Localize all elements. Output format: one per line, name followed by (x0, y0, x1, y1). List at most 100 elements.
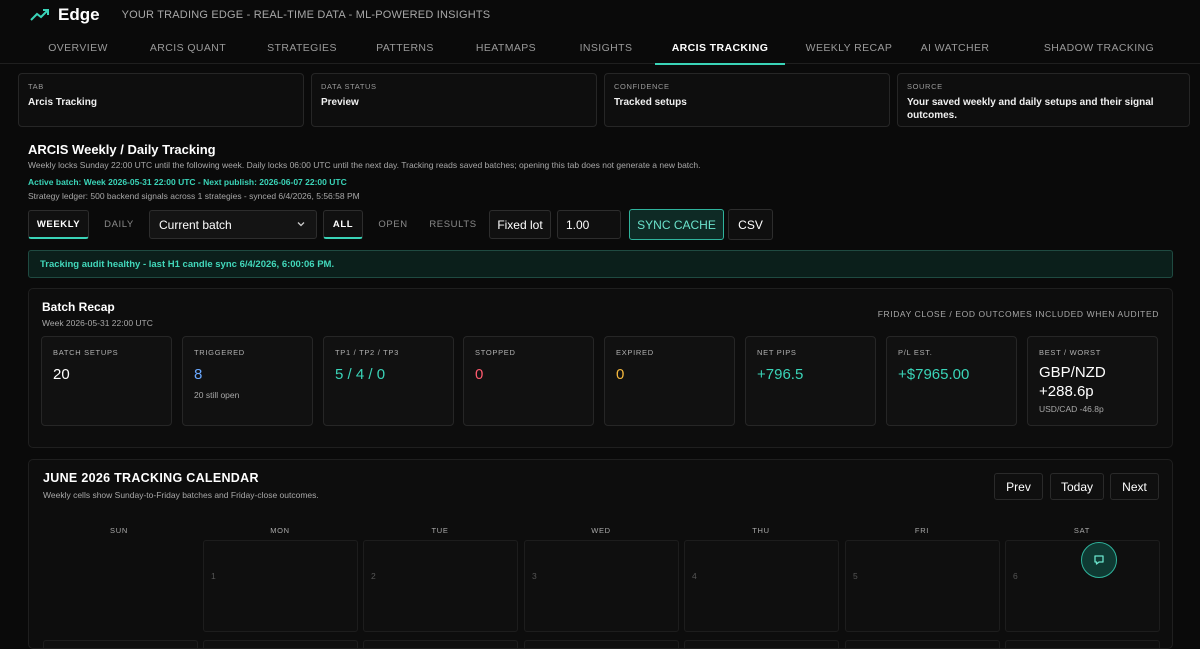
calendar-date: 2 (371, 571, 376, 581)
info-value: Arcis Tracking (28, 97, 97, 108)
batch-select[interactable]: Current batch (149, 210, 317, 239)
day-header-wed: WED (591, 526, 611, 535)
stat-batch-setups: BATCH SETUPS 20 (41, 336, 172, 426)
csv-export-button[interactable]: CSV (728, 209, 773, 240)
stat-value: +$7965.00 (898, 366, 970, 383)
tab-ai-watcher[interactable]: AI WATCHER (905, 31, 1005, 64)
daily-toggle[interactable]: DAILY (95, 210, 143, 239)
section-description: Weekly locks Sunday 22:00 UTC until the … (28, 160, 701, 170)
stat-expired: EXPIRED 0 (604, 336, 735, 426)
stat-stopped: STOPPED 0 (463, 336, 594, 426)
info-value: Preview (321, 97, 359, 108)
stat-extra: 20 still open (194, 390, 240, 400)
tab-heatmaps[interactable]: HEATMAPS (456, 31, 556, 64)
info-card-confidence: CONFIDENCE Tracked setups (604, 73, 890, 127)
info-label: CONFIDENCE (614, 82, 670, 91)
chat-bubble-icon (1094, 555, 1104, 565)
calendar-day-cell[interactable]: 1 (203, 540, 358, 632)
tab-overview[interactable]: OVERVIEW (28, 31, 128, 64)
stat-label: EXPIRED (616, 348, 654, 357)
calendar-date: 3 (532, 571, 537, 581)
calendar-next-button[interactable]: Next (1110, 473, 1159, 500)
calendar-day-cell[interactable]: 5 (845, 540, 1000, 632)
tab-strategies[interactable]: STRATEGIES (252, 31, 352, 64)
tracking-calendar: JUNE 2026 TRACKING CALENDAR Weekly cells… (28, 459, 1173, 649)
calendar-day-cell[interactable]: 3 (524, 540, 679, 632)
recap-note: FRIDAY CLOSE / EOD OUTCOMES INCLUDED WHE… (877, 309, 1159, 319)
sync-cache-button[interactable]: SYNC CACHE (629, 209, 724, 240)
info-card-data-status: DATA STATUS Preview (311, 73, 597, 127)
stat-label: P/L EST. (898, 348, 933, 357)
audit-status-banner: Tracking audit healthy - last H1 candle … (28, 250, 1173, 278)
tab-shadow-tracking[interactable]: SHADOW TRACKING (1030, 31, 1168, 64)
trending-up-icon (30, 9, 49, 21)
info-value: Your saved weekly and daily setups and t… (907, 97, 1154, 121)
tab-arcis-tracking[interactable]: ARCIS TRACKING (655, 31, 785, 65)
calendar-date: 6 (1013, 571, 1018, 581)
weekly-toggle[interactable]: WEEKLY (28, 210, 89, 239)
calendar-day-cell[interactable] (684, 640, 839, 648)
filter-results[interactable]: RESULTS (424, 210, 482, 239)
calendar-day-cell[interactable]: 2 (363, 540, 518, 632)
tab-insights[interactable]: INSIGHTS (556, 31, 656, 64)
page-title: ARCIS Weekly / Daily Tracking (28, 142, 216, 157)
stat-label: TP1 / TP2 / TP3 (335, 348, 399, 357)
chat-button[interactable] (1081, 542, 1117, 578)
stat-value: 0 (616, 366, 625, 383)
calendar-day-cell[interactable] (524, 640, 679, 648)
stat-extra: USD/CAD -46.8p (1039, 404, 1104, 414)
calendar-title: JUNE 2026 TRACKING CALENDAR (43, 471, 259, 485)
day-header-mon: MON (270, 526, 290, 535)
day-header-thu: THU (752, 526, 770, 535)
ledger-text: Strategy ledger: 500 backend signals acr… (28, 191, 360, 201)
stat-value: GBP/NZD +288.6p (1039, 364, 1106, 400)
calendar-day-cell[interactable] (1005, 640, 1160, 648)
stat-net-pips: NET PIPS +796.5 (745, 336, 876, 426)
recap-subtitle: Week 2026-05-31 22:00 UTC (42, 318, 153, 328)
stat-label: BATCH SETUPS (53, 348, 119, 357)
day-header-tue: TUE (431, 526, 449, 535)
active-batch-text: Active batch: Week 2026-05-31 22:00 UTC … (28, 177, 347, 187)
day-header-fri: FRI (914, 526, 930, 535)
tab-arcis-quant[interactable]: ARCIS QUANT (138, 31, 238, 64)
day-header-sat: SAT (1073, 526, 1091, 535)
info-label: DATA STATUS (321, 82, 377, 91)
calendar-day-cell[interactable] (43, 640, 198, 648)
brand-name[interactable]: Edge (58, 5, 100, 25)
lot-size-input[interactable]: 1.00 (557, 210, 621, 239)
calendar-today-button[interactable]: Today (1050, 473, 1104, 500)
batch-select-value: Current batch (159, 217, 232, 232)
stat-pl-estimate: P/L EST. +$7965.00 (886, 336, 1017, 426)
calendar-date: 1 (211, 571, 216, 581)
tab-patterns[interactable]: PATTERNS (355, 31, 455, 64)
stat-label: STOPPED (475, 348, 516, 357)
filter-open[interactable]: OPEN (372, 210, 414, 239)
info-card-source: SOURCE Your saved weekly and daily setup… (897, 73, 1190, 127)
batch-recap-panel: Batch Recap Week 2026-05-31 22:00 UTC FR… (28, 288, 1173, 448)
calendar-day-cell[interactable] (845, 640, 1000, 648)
tagline: YOUR TRADING EDGE - REAL-TIME DATA - ML-… (121, 9, 491, 21)
fixed-lot-button[interactable]: Fixed lot (489, 210, 551, 239)
stat-label: BEST / WORST (1039, 348, 1102, 357)
stat-take-profits: TP1 / TP2 / TP3 5 / 4 / 0 (323, 336, 454, 426)
stat-best-worst: BEST / WORST GBP/NZD +288.6p USD/CAD -46… (1027, 336, 1158, 426)
calendar-prev-button[interactable]: Prev (994, 473, 1043, 500)
stat-triggered: TRIGGERED 8 20 still open (182, 336, 313, 426)
filter-all[interactable]: ALL (323, 210, 363, 239)
calendar-date: 4 (692, 571, 697, 581)
calendar-day-cell[interactable] (363, 640, 518, 648)
recap-title: Batch Recap (42, 300, 115, 314)
stat-label: TRIGGERED (194, 348, 245, 357)
day-header-sun: SUN (110, 526, 128, 535)
main-nav: OVERVIEW ARCIS QUANT STRATEGIES PATTERNS… (0, 31, 1200, 65)
info-label: SOURCE (907, 82, 943, 91)
calendar-date: 5 (853, 571, 858, 581)
info-card-tab: TAB Arcis Tracking (18, 73, 304, 127)
stat-label: NET PIPS (757, 348, 797, 357)
stat-value: +796.5 (757, 366, 804, 383)
tab-weekly-recap[interactable]: WEEKLY RECAP (790, 31, 908, 64)
calendar-day-cell[interactable]: 4 (684, 540, 839, 632)
calendar-day-cell[interactable] (203, 640, 358, 648)
stat-value: 8 (194, 366, 203, 383)
stat-value: 5 / 4 / 0 (335, 366, 386, 383)
